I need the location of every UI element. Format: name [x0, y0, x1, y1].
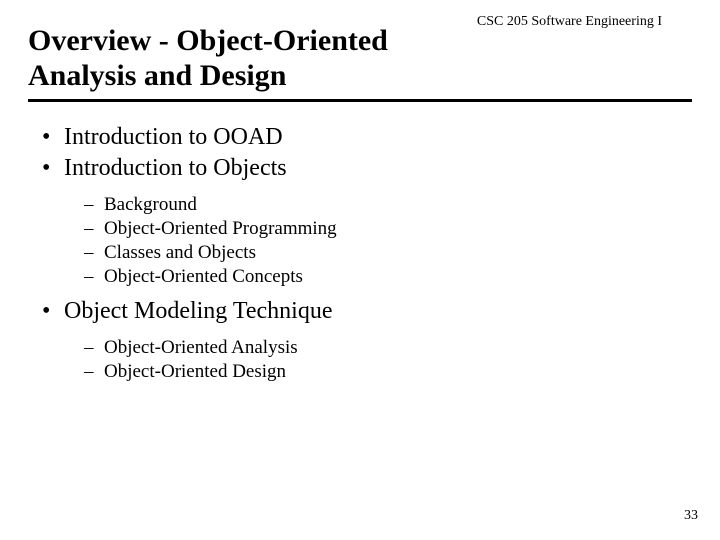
sub-bullet-text: Object-Oriented Concepts — [104, 266, 303, 287]
sub-bullet-text: Classes and Objects — [104, 242, 256, 263]
sub-bullet-item: –Background — [28, 194, 692, 216]
sub-bullet-text: Object-Oriented Programming — [104, 218, 337, 239]
bullet-dash-icon: – — [84, 361, 104, 383]
bullet-dash-icon: – — [84, 242, 104, 264]
bullet-text: Introduction to OOAD — [64, 124, 283, 150]
bullet-text: Introduction to Objects — [64, 155, 287, 181]
bullet-item: •Introduction to Objects — [28, 155, 692, 182]
sub-bullet-item: –Object-Oriented Programming — [28, 218, 692, 240]
sub-bullet-item: –Object-Oriented Design — [28, 361, 692, 383]
bullet-dash-icon: – — [84, 194, 104, 216]
sub-bullet-item: –Object-Oriented Analysis — [28, 337, 692, 359]
page-number: 33 — [684, 508, 698, 524]
sub-bullet-text: Object-Oriented Design — [104, 361, 286, 382]
bullet-dot-icon: • — [42, 155, 64, 182]
sub-bullet-item: –Classes and Objects — [28, 242, 692, 264]
bullet-dash-icon: – — [84, 337, 104, 359]
sub-bullet-text: Background — [104, 194, 197, 215]
course-header: CSC 205 Software Engineering I — [477, 14, 662, 30]
title-underline — [28, 99, 692, 102]
bullet-dash-icon: – — [84, 266, 104, 288]
bullet-dash-icon: – — [84, 218, 104, 240]
bullet-dot-icon: • — [42, 298, 64, 325]
bullet-item: •Introduction to OOAD — [28, 124, 692, 151]
bullet-text: Object Modeling Technique — [64, 298, 332, 324]
sub-bullet-item: –Object-Oriented Concepts — [28, 266, 692, 288]
bullet-item: •Object Modeling Technique — [28, 298, 692, 325]
slide-title: Overview - Object-Oriented Analysis and … — [28, 24, 448, 93]
sub-bullet-text: Object-Oriented Analysis — [104, 337, 298, 358]
bullet-dot-icon: • — [42, 124, 64, 151]
